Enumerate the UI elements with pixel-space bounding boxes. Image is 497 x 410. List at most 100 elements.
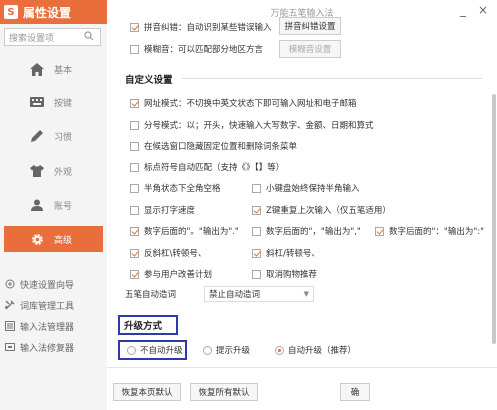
- checkbox[interactable]: [130, 226, 139, 236]
- option-slash-dunhao[interactable]: 斜杠/转顿号、: [252, 245, 320, 261]
- close-button[interactable]: ×: [476, 3, 490, 17]
- sidebar-item-label: 账号: [54, 201, 73, 212]
- sidebar-item-keys[interactable]: 按键: [4, 89, 103, 115]
- radio-button[interactable]: [203, 345, 212, 355]
- radio-button[interactable]: [275, 345, 284, 355]
- tool-ime-manager[interactable]: 输入法管理器: [4, 317, 74, 335]
- option-label: 分号模式：以；开头，快速输入大写数字、金额、日期和算式: [144, 121, 374, 131]
- option-number-period[interactable]: 数字后面的"。"输出为".": [130, 223, 239, 239]
- option-number-colon[interactable]: 数字后面的"："输出为":": [375, 223, 484, 239]
- tool-ime-repair[interactable]: 输入法修复器: [4, 338, 74, 356]
- option-improvement-plan[interactable]: 参与用户改善计划: [130, 266, 212, 282]
- sidebar-item-label: 外观: [54, 167, 73, 178]
- option-label: 数字后面的"："输出为":": [389, 227, 484, 237]
- option-label: 数字后面的"。"输出为".": [144, 227, 239, 237]
- radio-button[interactable]: [127, 345, 136, 355]
- option-label: 标点符号自动匹配（支持《》【】等）: [144, 163, 285, 173]
- app-titlebar: S 属性设置: [0, 0, 107, 24]
- option-label: 网址模式：不切换中英文状态下即可输入网址和电子邮箱: [144, 99, 357, 109]
- checkbox[interactable]: [130, 205, 139, 215]
- app-title: 属性设置: [23, 5, 72, 20]
- option-label: 取消购物推荐: [266, 270, 318, 280]
- checkbox[interactable]: [130, 44, 139, 54]
- option-label: 在候选窗口隐藏固定位置和删除词条菜单: [144, 142, 298, 152]
- sidebar-item-label: 基本: [54, 65, 73, 76]
- checkbox[interactable]: [252, 205, 261, 215]
- option-z-repeat[interactable]: Z键重复上次输入（仅五笔适用）: [252, 202, 391, 218]
- user-icon: [29, 197, 45, 213]
- minimize-button[interactable]: _: [456, 3, 470, 17]
- scrollbar-thumb[interactable]: [492, 94, 496, 344]
- tool-dict-manager[interactable]: 词库管理工具: [4, 296, 74, 314]
- wubi-auto-word-select[interactable]: 禁止自动造词 ▼: [204, 286, 314, 302]
- option-label: 斜杠/转顿号、: [266, 249, 320, 259]
- scrollbar[interactable]: [491, 24, 497, 344]
- sidebar-item-appearance[interactable]: 外观: [4, 158, 103, 184]
- option-label: 显示打字速度: [144, 206, 196, 216]
- option-fullwidth-space[interactable]: 半角状态下全角空格: [130, 180, 221, 196]
- radio-auto-upgrade[interactable]: 自动升级（推荐）: [275, 342, 356, 358]
- option-punctuation-match[interactable]: 标点符号自动匹配（支持《》【】等）: [130, 159, 284, 175]
- checkbox[interactable]: [130, 248, 139, 258]
- radio-label: 自动升级（推荐）: [288, 346, 357, 356]
- option-url-mode[interactable]: 网址模式：不切换中英文状态下即可输入网址和电子邮箱: [130, 95, 357, 111]
- checkbox[interactable]: [130, 98, 139, 108]
- option-semicolon-mode[interactable]: 分号模式：以；开头，快速输入大写数字、金额、日期和算式: [130, 117, 374, 133]
- option-label: 反斜杠\转顿号、: [144, 249, 207, 259]
- option-typing-speed[interactable]: 显示打字速度: [130, 202, 195, 218]
- option-cancel-shopping[interactable]: 取消购物推荐: [252, 266, 317, 282]
- checkbox[interactable]: [375, 226, 384, 236]
- checkbox[interactable]: [130, 269, 139, 279]
- wizard-icon: [4, 278, 16, 290]
- tools-icon: [4, 299, 16, 311]
- home-icon: [29, 61, 45, 77]
- pinyin-correction-settings-button[interactable]: 拼音纠错设置: [279, 17, 341, 35]
- section-divider: [182, 78, 482, 79]
- option-backslash-dunhao[interactable]: 反斜杠\转顿号、: [130, 245, 206, 261]
- checkbox[interactable]: [252, 248, 261, 258]
- tool-label: 输入法管理器: [20, 322, 75, 333]
- checkbox[interactable]: [252, 269, 261, 279]
- option-label: 数字后面的"，"输出为",": [266, 227, 361, 237]
- chevron-down-icon: ▼: [303, 290, 309, 298]
- search-input[interactable]: 搜索设置项: [4, 28, 101, 46]
- checkbox[interactable]: [130, 22, 139, 32]
- tool-quick-wizard[interactable]: 快速设置向导: [4, 275, 74, 293]
- restore-page-default-button[interactable]: 恢复本页默认: [113, 383, 181, 401]
- checkbox[interactable]: [252, 226, 261, 236]
- restore-all-default-button[interactable]: 恢复所有默认: [190, 383, 258, 401]
- pen-icon: [29, 128, 45, 144]
- repair-icon: [4, 341, 16, 353]
- wubi-auto-word-label: 五笔自动造词: [125, 290, 177, 300]
- checkbox[interactable]: [130, 183, 139, 193]
- checkbox[interactable]: [130, 162, 139, 172]
- checkbox[interactable]: [130, 141, 139, 151]
- search-icon[interactable]: [84, 31, 94, 44]
- radio-label: 提示升级: [216, 346, 251, 356]
- option-hide-menu[interactable]: 在候选窗口隐藏固定位置和删除词条菜单: [130, 138, 297, 154]
- gear-icon: [29, 231, 45, 247]
- sidebar-item-basic[interactable]: 基本: [4, 56, 103, 82]
- sidebar-item-label: 高级: [54, 235, 73, 246]
- radio-no-auto-upgrade[interactable]: 不自动升级: [127, 342, 183, 358]
- search-placeholder: 搜索设置项: [9, 33, 55, 44]
- option-number-comma[interactable]: 数字后面的"，"输出为",": [252, 223, 361, 239]
- option-label: Z键重复上次输入（仅五笔适用）: [266, 206, 391, 216]
- radio-prompt-upgrade[interactable]: 提示升级: [203, 342, 250, 358]
- option-label: 小键盘始终保持半角输入: [266, 184, 360, 194]
- checkbox[interactable]: [130, 120, 139, 130]
- sidebar-item-habits[interactable]: 习惯: [4, 123, 103, 149]
- option-pinyin-correction[interactable]: 拼音纠错：自动识别某些错误输入: [130, 19, 272, 35]
- confirm-button[interactable]: 确: [340, 383, 370, 401]
- sidebar-item-advanced[interactable]: 高级: [4, 226, 103, 252]
- section-title-custom: 自定义设置: [125, 75, 173, 86]
- footer-divider: [107, 367, 497, 368]
- tool-label: 输入法修复器: [20, 343, 75, 354]
- fuzzy-pinyin-settings-button[interactable]: 模糊音设置: [279, 40, 341, 58]
- section-title-upgrade: 升级方式: [124, 321, 163, 332]
- checkbox[interactable]: [252, 183, 261, 193]
- wubi-auto-word-value: 禁止自动造词: [209, 290, 261, 300]
- option-fuzzy-pinyin[interactable]: 模糊音：可以匹配部分地区方言: [130, 41, 263, 57]
- option-numpad-halfwidth[interactable]: 小键盘始终保持半角输入: [252, 180, 360, 196]
- sidebar-item-account[interactable]: 账号: [4, 192, 103, 218]
